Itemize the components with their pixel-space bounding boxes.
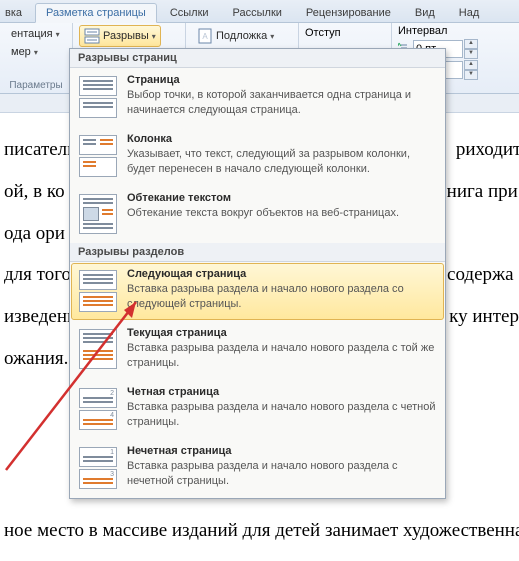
dd-item-text-wrapping[interactable]: Обтекание текстом Обтекание текста вокру…: [70, 186, 445, 243]
dd-desc: Вставка разрыва раздела и начало нового …: [127, 459, 436, 489]
tab-view[interactable]: Вид: [404, 3, 446, 22]
watermark-button[interactable]: A Подложка▾: [192, 25, 279, 47]
tab-mailings[interactable]: Рассылки: [222, 3, 293, 22]
breaks-dropdown: Разрывы страниц Страница Выбор точки, в …: [69, 48, 446, 499]
spacing-after-spinner[interactable]: ▲▼: [464, 60, 478, 80]
spacing-before-spinner[interactable]: ▲▼: [464, 39, 478, 59]
tab-addins[interactable]: Над: [448, 3, 490, 22]
breaks-label: Разрывы: [103, 30, 149, 42]
dd-title: Обтекание текстом: [127, 192, 436, 204]
even-page-icon: 2 4: [79, 386, 117, 430]
orientation-button[interactable]: ентация▾: [6, 25, 65, 43]
dd-title: Нечетная страница: [127, 445, 436, 457]
column-break-icon: [79, 133, 117, 177]
dd-item-odd-page[interactable]: 1 3 Нечетная страница Вставка разрыва ра…: [70, 439, 445, 498]
tab-insert[interactable]: вка: [0, 3, 33, 22]
dd-title: Четная страница: [127, 386, 436, 398]
indent-label: Отступ: [305, 27, 341, 39]
dd-title: Текущая страница: [127, 327, 436, 339]
spacing-label: Интервал: [398, 25, 513, 37]
dd-desc: Вставка разрыва раздела и начало нового …: [127, 282, 436, 312]
ribbon-tabs: вка Разметка страницы Ссылки Рассылки Ре…: [0, 0, 519, 23]
watermark-icon: A: [197, 28, 213, 44]
dd-desc: Обтекание текста вокруг объектов на веб-…: [127, 206, 436, 221]
continuous-icon: [79, 327, 117, 371]
tab-review[interactable]: Рецензирование: [295, 3, 402, 22]
dd-desc: Указывает, что текст, следующий за разры…: [127, 147, 436, 177]
tab-references[interactable]: Ссылки: [159, 3, 220, 22]
dd-item-next-page[interactable]: Следующая страница Вставка разрыва разде…: [71, 263, 444, 320]
dd-title: Следующая страница: [127, 268, 436, 280]
dd-header-page-breaks: Разрывы страниц: [70, 49, 445, 68]
size-label: мер: [11, 46, 31, 58]
dd-item-page[interactable]: Страница Выбор точки, в которой заканчив…: [70, 68, 445, 127]
watermark-label: Подложка: [216, 30, 267, 42]
group-page-setup-label: Параметры: [6, 80, 66, 93]
dd-header-section-breaks: Разрывы разделов: [70, 243, 445, 262]
dd-item-column[interactable]: Колонка Указывает, что текст, следующий …: [70, 127, 445, 186]
dd-item-even-page[interactable]: 2 4 Четная страница Вставка разрыва разд…: [70, 380, 445, 439]
size-button[interactable]: мер▾: [6, 43, 43, 61]
svg-text:A: A: [202, 32, 208, 41]
orientation-label: ентация: [11, 28, 53, 40]
dd-title: Колонка: [127, 133, 436, 145]
dd-desc: Вставка разрыва раздела и начало нового …: [127, 341, 436, 371]
next-page-icon: [79, 268, 117, 312]
breaks-icon: [84, 28, 100, 44]
dd-desc: Выбор точки, в которой заканчивается одн…: [127, 88, 436, 118]
dd-item-continuous[interactable]: Текущая страница Вставка разрыва раздела…: [70, 321, 445, 380]
text-wrapping-icon: [79, 192, 117, 234]
page-break-icon: [79, 74, 117, 118]
dd-desc: Вставка разрыва раздела и начало нового …: [127, 400, 436, 430]
tab-page-layout[interactable]: Разметка страницы: [35, 3, 157, 23]
dd-title: Страница: [127, 74, 436, 86]
odd-page-icon: 1 3: [79, 445, 117, 489]
breaks-button[interactable]: Разрывы▾: [79, 25, 161, 47]
